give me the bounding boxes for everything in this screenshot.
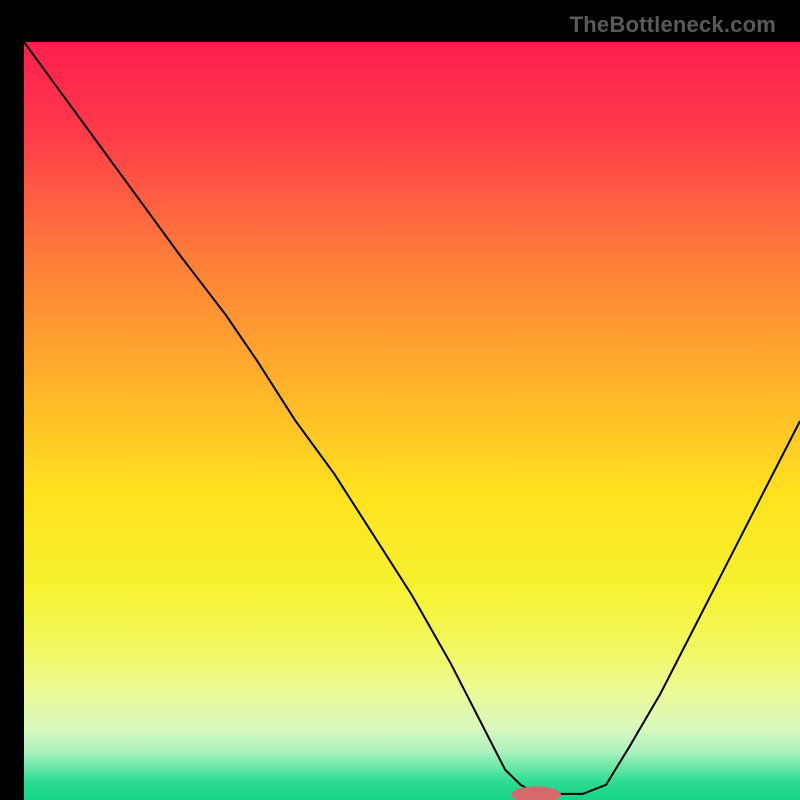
- gradient-background: [24, 42, 800, 800]
- bottleneck-chart: [24, 42, 800, 800]
- chart-frame: TheBottleneck.com: [12, 12, 788, 788]
- watermark-text: TheBottleneck.com: [570, 12, 776, 38]
